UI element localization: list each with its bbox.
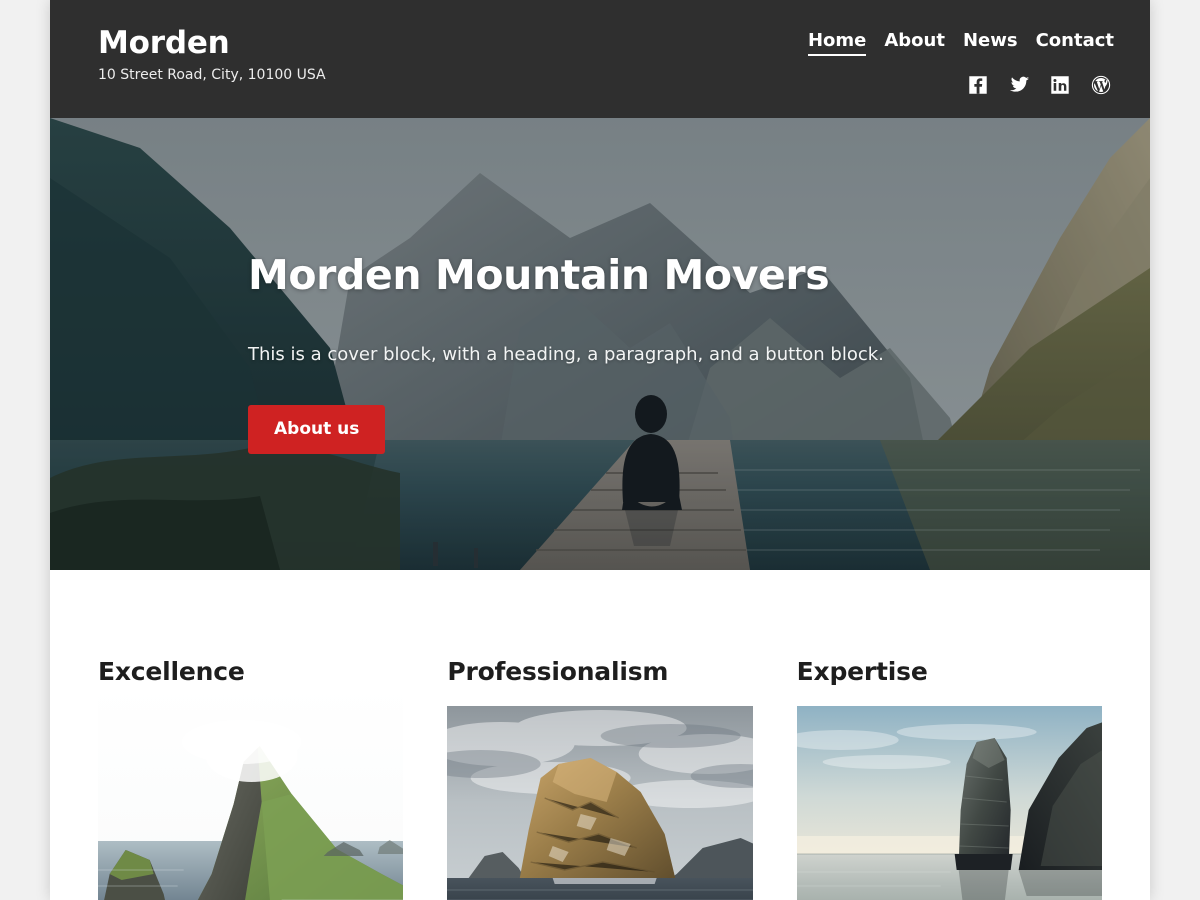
site-header: Morden 10 Street Road, City, 10100 USA H… bbox=[50, 0, 1150, 118]
nav-item-about[interactable]: About bbox=[884, 30, 945, 54]
nav-item-home[interactable]: Home bbox=[807, 30, 867, 56]
facebook-icon[interactable] bbox=[967, 74, 989, 96]
site-title[interactable]: Morden bbox=[98, 26, 326, 60]
cover-heading: Morden Mountain Movers bbox=[248, 251, 830, 299]
cover-block: Morden Mountain Movers This is a cover b… bbox=[50, 118, 1150, 570]
features-row: Excellence Professionalism Expertise bbox=[50, 657, 1150, 900]
site-page: Morden 10 Street Road, City, 10100 USA H… bbox=[50, 0, 1150, 900]
features-section: Excellence Professionalism Expertise bbox=[50, 570, 1150, 900]
site-branding[interactable]: Morden 10 Street Road, City, 10100 USA bbox=[98, 26, 326, 84]
feature-column-expertise: Expertise bbox=[796, 657, 1102, 900]
site-tagline: 10 Street Road, City, 10100 USA bbox=[98, 67, 326, 84]
header-right: Home About News Contact bbox=[807, 30, 1114, 96]
feature-title: Excellence bbox=[98, 657, 245, 686]
nav-item-news[interactable]: News bbox=[963, 30, 1018, 54]
feature-title: Professionalism bbox=[447, 657, 669, 686]
nav-item-contact[interactable]: Contact bbox=[1036, 30, 1114, 54]
social-links bbox=[967, 74, 1112, 96]
feature-title: Expertise bbox=[796, 657, 928, 686]
feature-column-professionalism: Professionalism bbox=[447, 657, 753, 900]
linkedin-icon[interactable] bbox=[1049, 74, 1071, 96]
twitter-icon[interactable] bbox=[1008, 74, 1030, 96]
cover-paragraph: This is a cover block, with a heading, a… bbox=[248, 344, 884, 366]
about-us-button[interactable]: About us bbox=[248, 405, 386, 455]
wordpress-icon[interactable] bbox=[1090, 74, 1112, 96]
feature-column-excellence: Excellence bbox=[98, 657, 404, 900]
feature-image-expertise bbox=[796, 706, 1102, 900]
feature-image-professionalism bbox=[447, 706, 753, 900]
feature-image-excellence bbox=[98, 684, 404, 900]
primary-navigation: Home About News Contact bbox=[807, 30, 1114, 56]
cover-content: Morden Mountain Movers This is a cover b… bbox=[248, 251, 1070, 455]
